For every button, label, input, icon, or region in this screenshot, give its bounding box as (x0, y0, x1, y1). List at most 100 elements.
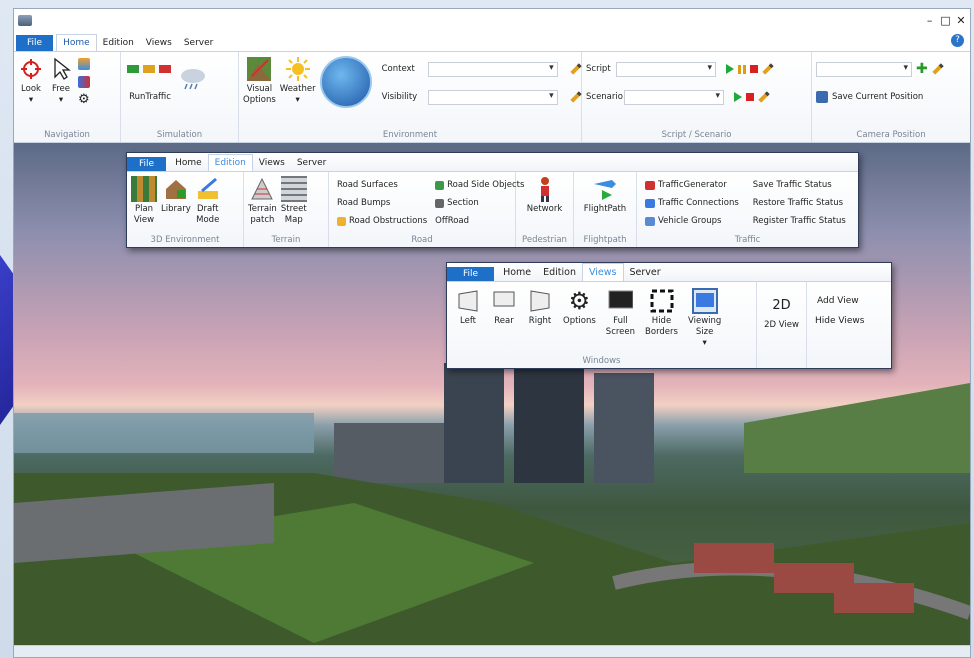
scenario-row: Scenario (586, 88, 807, 106)
tab-views[interactable]: Views (140, 35, 178, 51)
minimize-button[interactable]: – (925, 14, 935, 27)
camera-swap-icon[interactable] (78, 76, 90, 88)
rear-view-button[interactable]: Rear (491, 288, 517, 354)
save-position-row[interactable]: Save Current Position (816, 88, 966, 106)
house-icon (163, 176, 189, 202)
add-view-button[interactable]: Add View (811, 296, 887, 306)
plan-view-button[interactable]: Plan View (131, 176, 157, 233)
edition-edition-tab[interactable]: Edition (207, 154, 253, 171)
traffic-group: TrafficGenerator Traffic Connections Veh… (637, 172, 858, 247)
viewing-size-button[interactable]: Viewing Size ▾ (688, 288, 721, 354)
scenario-stop-icon[interactable] (746, 93, 754, 101)
landscape-icon (246, 56, 272, 82)
register-traffic-status-button[interactable]: Register Traffic Status (753, 212, 846, 230)
road-side-objects-button[interactable]: Road Side Objects (435, 176, 524, 194)
views-edition-tab[interactable]: Edition (537, 264, 582, 281)
visibility-select[interactable] (427, 89, 558, 105)
library-button[interactable]: Library (161, 176, 191, 233)
title-bar: – □ ✕ (14, 9, 970, 31)
terrain-patch-button[interactable]: Terrain patch (248, 176, 277, 233)
script-scenario-label: Script / Scenario (661, 130, 732, 140)
vehicle-groups-button[interactable]: Vehicle Groups (645, 212, 739, 230)
close-button[interactable]: ✕ (956, 14, 966, 27)
views-server-tab[interactable]: Server (624, 264, 667, 281)
maximize-button[interactable]: □ (940, 14, 950, 27)
cursor-icon (48, 56, 74, 82)
hide-views-button[interactable]: Hide Views (811, 316, 887, 326)
navigation-group: Look ▾ Free ▾ ⚙ Navigation (14, 52, 121, 142)
draft-mode-button[interactable]: Draft Mode (195, 176, 221, 233)
save-traffic-status-button[interactable]: Save Traffic Status (753, 176, 846, 194)
plan-view-icon (131, 176, 157, 202)
windows-label: Windows (582, 356, 621, 366)
edit-script-icon[interactable] (762, 63, 774, 75)
edition-home-tab[interactable]: Home (169, 155, 208, 171)
views-home-tab[interactable]: Home (497, 264, 537, 281)
terrain-patch-icon (249, 176, 275, 202)
run-traffic-button[interactable]: RunTraffic (125, 56, 175, 128)
views-file-tab[interactable]: File (447, 267, 495, 281)
street-map-icon (280, 176, 307, 202)
edition-views-tab[interactable]: Views (253, 155, 291, 171)
visual-options-button[interactable]: Visual Options (243, 56, 276, 128)
rain-button[interactable] (179, 56, 205, 128)
script-stop-icon[interactable] (750, 65, 758, 73)
time-clock-button[interactable] (319, 56, 372, 128)
edit-scenario-icon[interactable] (758, 91, 770, 103)
restore-traffic-status-button[interactable]: Restore Traffic Status (753, 194, 846, 212)
3d-environment-group: Plan View Library Draft Mode 3D Environm… (127, 172, 244, 247)
options-button[interactable]: ⚙ Options (563, 288, 596, 354)
full-screen-button[interactable]: Full Screen (606, 288, 635, 354)
gear-icon[interactable]: ⚙ (78, 93, 90, 106)
flightpath-button[interactable]: FlightPath (584, 176, 626, 233)
road-obstructions-button[interactable]: Road Obstructions (337, 212, 427, 230)
edition-server-tab[interactable]: Server (291, 155, 333, 171)
scenario-select[interactable] (624, 89, 724, 105)
terrain-group: Terrain patch Street Map Terrain (244, 172, 329, 247)
road-surfaces-button[interactable]: Road Surfaces (337, 176, 427, 194)
2d-view-button[interactable]: 2D 2D View (764, 292, 799, 354)
sun-icon (285, 56, 311, 82)
tab-home[interactable]: Home (56, 34, 97, 51)
free-button[interactable]: Free ▾ (48, 56, 74, 128)
look-button[interactable]: Look ▾ (18, 56, 44, 128)
camera-position-select[interactable] (816, 61, 912, 77)
script-select[interactable] (616, 61, 716, 77)
terrain-label: Terrain (271, 235, 301, 245)
tab-edition[interactable]: Edition (97, 35, 140, 51)
edition-file-tab[interactable]: File (127, 157, 167, 171)
file-tab[interactable]: File (16, 35, 54, 51)
section-button[interactable]: Section (435, 194, 524, 212)
right-view-button[interactable]: Right (527, 288, 553, 354)
traffic-connections-button[interactable]: Traffic Connections (645, 194, 739, 212)
street-map-button[interactable]: Street Map (280, 176, 307, 233)
left-view-button[interactable]: Left (455, 288, 481, 354)
script-play-icon[interactable] (726, 64, 734, 74)
left-view-icon (455, 288, 481, 314)
camera-move-icon[interactable] (78, 58, 90, 70)
road-column-2: Road Side Objects Section OffRoad (435, 176, 524, 233)
simulation-label: Simulation (156, 130, 203, 140)
tab-server[interactable]: Server (178, 35, 220, 51)
hide-borders-icon (649, 288, 675, 314)
weather-button[interactable]: Weather ▾ (280, 56, 316, 128)
hide-borders-button[interactable]: Hide Borders (645, 288, 678, 354)
add-camera-icon[interactable]: ✚ (916, 61, 928, 77)
road-bumps-button[interactable]: Road Bumps (337, 194, 427, 212)
edit-camera-icon[interactable] (932, 63, 944, 75)
traffic-generator-button[interactable]: TrafficGenerator (645, 176, 739, 194)
edit-context-icon[interactable] (569, 63, 582, 75)
context-select[interactable] (427, 61, 558, 77)
offroad-button[interactable]: OffRoad (435, 212, 524, 230)
views-views-tab[interactable]: Views (582, 263, 624, 281)
edit-visibility-icon[interactable] (569, 91, 582, 103)
scenario-play-icon[interactable] (734, 92, 742, 102)
help-icon[interactable]: ? (951, 34, 964, 47)
rear-view-icon (491, 288, 517, 314)
rain-cloud-icon (179, 66, 205, 92)
save-current-position-button[interactable]: Save Current Position (832, 92, 923, 102)
network-button[interactable]: Network (527, 176, 562, 233)
road-column-1: Road Surfaces Road Bumps Road Obstructio… (333, 176, 427, 233)
status-bar (14, 645, 970, 657)
script-pause-icon[interactable] (738, 64, 746, 74)
